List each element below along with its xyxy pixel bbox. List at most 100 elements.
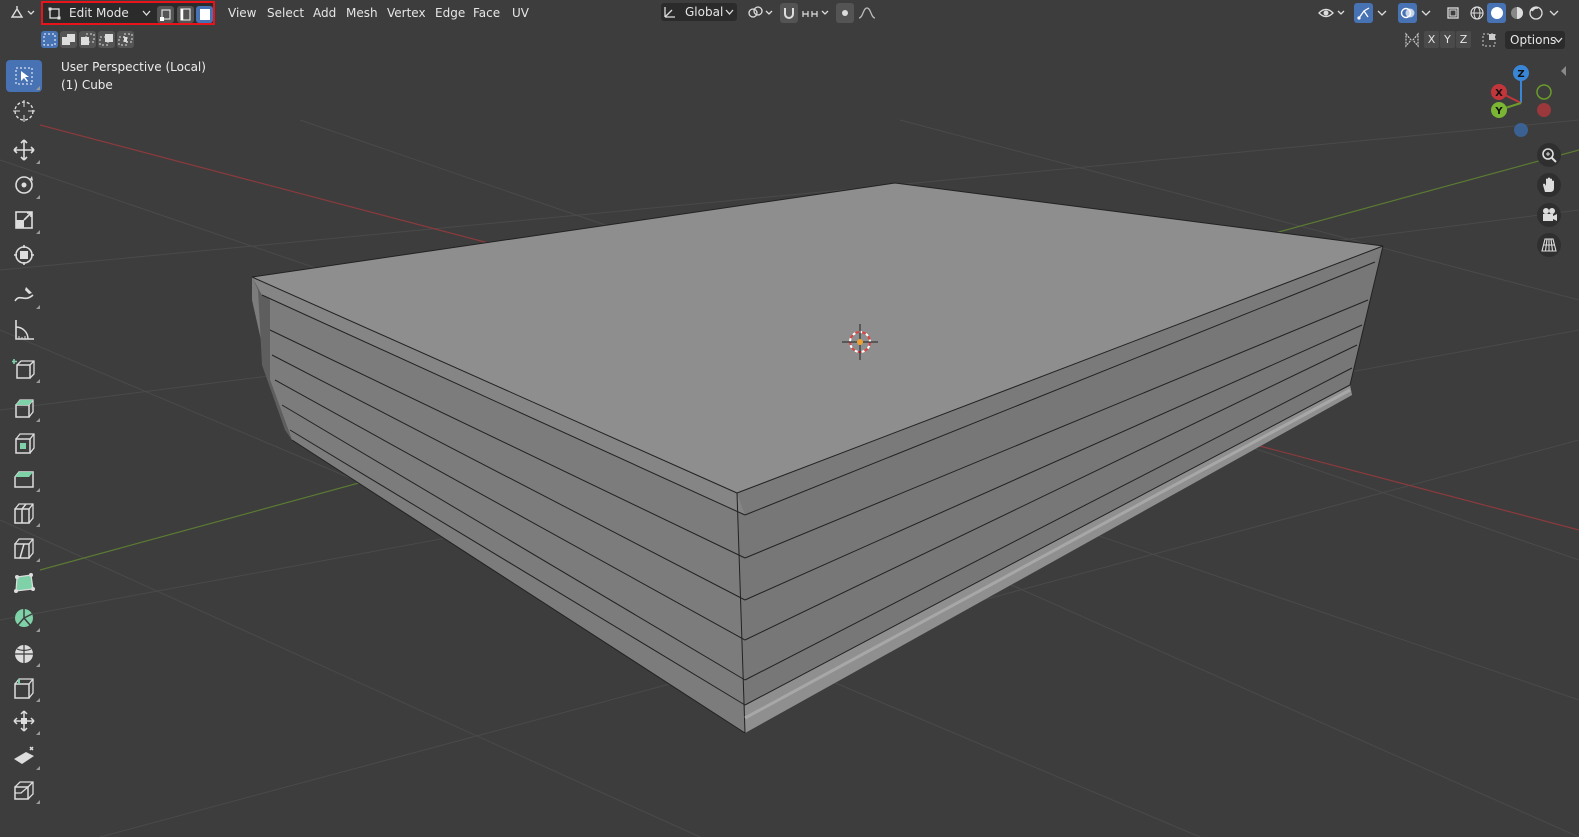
gizmo-x-label: X [1495, 88, 1503, 99]
zoom-icon [1542, 148, 1557, 163]
tool-select-box[interactable] [6, 60, 42, 92]
mirror-z-button[interactable]: Z [1456, 31, 1471, 48]
scale-icon [15, 211, 33, 229]
menu-vertex[interactable]: Vertex [387, 4, 426, 22]
tool-move[interactable] [6, 134, 42, 166]
bevel-icon [14, 471, 34, 488]
pivot-point-dropdown[interactable] [745, 3, 775, 23]
3d-viewport[interactable]: Z X Y [0, 0, 1579, 837]
eye-icon [1318, 8, 1345, 18]
tool-poly-build[interactable] [6, 567, 42, 599]
face-select-icon [200, 9, 210, 20]
spin-icon [15, 609, 33, 627]
gizmo-z-label: Z [1517, 69, 1524, 80]
select-new-icon [43, 33, 56, 46]
menu-select[interactable]: Select [267, 4, 304, 22]
select-subtract-icon [81, 33, 95, 45]
gizmo-toggle[interactable] [1354, 3, 1373, 23]
toggle-perspective-button[interactable] [1537, 233, 1561, 257]
gizmo-y-label: Y [1494, 106, 1503, 117]
overlays-icon [1400, 7, 1414, 19]
pan-view-button[interactable] [1537, 173, 1561, 197]
tool-shear[interactable] [6, 740, 42, 772]
overlays-toggle[interactable] [1398, 3, 1417, 23]
tool-edge-slide[interactable] [6, 672, 42, 704]
tool-smooth[interactable] [6, 637, 42, 669]
tool-shrink-fatten[interactable] [6, 705, 42, 737]
auto-merge-icon[interactable] [1480, 31, 1498, 49]
mirror-icon[interactable] [1403, 31, 1421, 49]
tool-loop-cut[interactable] [6, 497, 42, 529]
tool-measure[interactable] [6, 314, 42, 346]
menu-edge[interactable]: Edge [435, 4, 465, 22]
pivot-icon [748, 6, 773, 18]
tool-rotate[interactable] [6, 169, 42, 201]
select-extend-icon [62, 34, 75, 45]
tool-cursor[interactable] [6, 95, 42, 127]
mirror-y-button[interactable]: Y [1440, 31, 1455, 48]
select-subtract-button[interactable] [79, 31, 96, 48]
tool-add-cube[interactable] [6, 353, 42, 385]
select-new-button[interactable] [41, 31, 58, 48]
tool-bevel[interactable] [6, 462, 42, 494]
chevron-down-icon [725, 9, 734, 15]
menu-face[interactable]: Face [473, 4, 500, 22]
options-label: Options [1510, 33, 1557, 47]
zoom-view-button[interactable] [1537, 143, 1561, 167]
shading-rendered-button[interactable] [1526, 3, 1545, 23]
overlays-dropdown[interactable] [1419, 3, 1433, 23]
select-invert-icon [99, 34, 113, 46]
menu-add[interactable]: Add [313, 4, 336, 22]
select-invert-button[interactable] [98, 31, 115, 48]
shading-solid-button[interactable] [1487, 3, 1506, 23]
falloff-curve-icon [858, 7, 876, 19]
transform-icon [14, 245, 34, 265]
select-extend-button[interactable] [60, 31, 77, 48]
menu-mesh[interactable]: Mesh [346, 4, 378, 22]
tool-transform[interactable] [6, 239, 42, 271]
transform-orientation-dropdown[interactable]: Global [661, 3, 737, 21]
gizmo-dropdown[interactable] [1375, 3, 1389, 23]
tool-inset[interactable] [6, 427, 42, 459]
camera-icon [1543, 208, 1557, 221]
snap-target-dropdown[interactable] [799, 3, 831, 23]
shading-material-button[interactable] [1507, 3, 1526, 23]
menu-uv[interactable]: UV [512, 4, 529, 22]
menu-view[interactable]: View [228, 4, 256, 22]
face-select-button[interactable] [196, 6, 213, 23]
options-dropdown[interactable]: Options [1505, 31, 1565, 49]
vertex-select-icon [160, 9, 171, 21]
solid-shading-icon [1490, 7, 1503, 19]
mirror-x-button[interactable]: X [1424, 31, 1439, 48]
mode-label: Edit Mode [69, 6, 129, 20]
editor-type-button[interactable] [8, 3, 36, 23]
proportional-edit-toggle[interactable] [836, 3, 854, 23]
snap-toggle[interactable] [780, 3, 798, 23]
camera-view-button[interactable] [1537, 203, 1561, 227]
tool-spin[interactable] [6, 602, 42, 634]
tool-knife[interactable] [6, 532, 42, 564]
tool-extrude[interactable] [6, 392, 42, 424]
sidebar-toggle[interactable] [1561, 66, 1566, 76]
tool-rip[interactable] [6, 774, 42, 806]
extrude-icon [15, 399, 34, 418]
knife-icon [14, 538, 34, 559]
select-intersect-button[interactable] [117, 31, 134, 48]
annotate-icon [14, 287, 34, 302]
gizmo-icon [1356, 7, 1369, 20]
viewport-header: Edit Mode View Select Add Mesh Vertex Ed… [0, 0, 1579, 26]
edge-select-button[interactable] [177, 6, 194, 23]
shading-wireframe-button[interactable] [1467, 3, 1486, 23]
visibility-dropdown[interactable] [1316, 3, 1348, 23]
tool-scale[interactable] [6, 204, 42, 236]
snap-increment-icon [802, 10, 829, 17]
chevron-down-icon [142, 10, 151, 16]
select-intersect-icon [118, 33, 133, 46]
mode-dropdown[interactable]: Edit Mode [45, 4, 151, 22]
vertex-select-button[interactable] [157, 6, 174, 23]
xray-toggle[interactable] [1443, 3, 1462, 23]
proportional-falloff-dropdown[interactable] [856, 3, 888, 23]
edge-slide-icon [14, 678, 34, 699]
tool-annotate[interactable] [6, 279, 42, 311]
shading-dropdown[interactable] [1547, 3, 1561, 23]
